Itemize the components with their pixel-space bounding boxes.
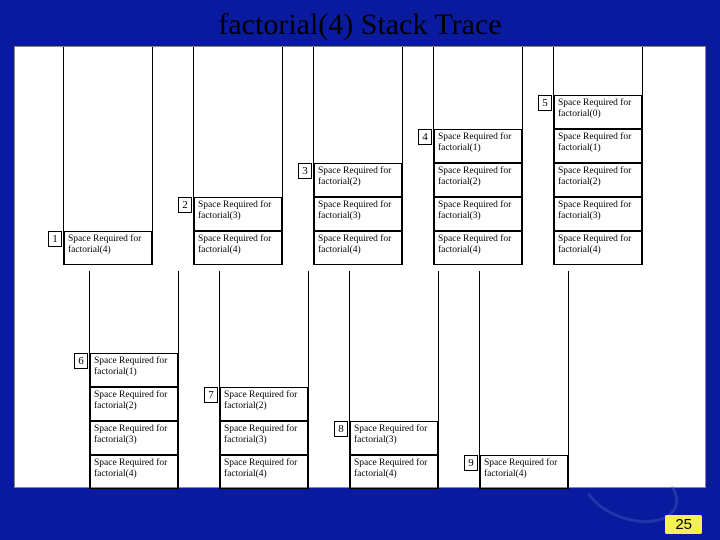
frame-cell: Space Required for factorial(4): [434, 231, 522, 265]
frame-cell: Space Required for factorial(2): [220, 387, 308, 421]
stack-col-3: Space Required for factorial(2) Space Re…: [313, 47, 403, 265]
step-number-7: 7: [204, 387, 218, 403]
bottom-row: Space Required for factorial(1) Space Re…: [15, 271, 705, 489]
step-number-8: 8: [334, 421, 348, 437]
step-number-6: 6: [74, 353, 88, 369]
frame-cell: Space Required for factorial(4): [314, 231, 402, 265]
frame-cell: Space Required for factorial(4): [554, 231, 642, 265]
step-number-3: 3: [298, 163, 312, 179]
frame-cell: Space Required for factorial(3): [350, 421, 438, 455]
frame-cell: Space Required for factorial(4): [480, 455, 568, 489]
stack-col-5: Space Required for factorial(0) Space Re…: [553, 47, 643, 265]
top-row: Space Required for factorial(4) 1 Space …: [15, 47, 705, 265]
stack-col-4: Space Required for factorial(1) Space Re…: [433, 47, 523, 265]
diagram-canvas: Space Required for factorial(4) 1 Space …: [14, 46, 706, 488]
frame-cell: Space Required for factorial(4): [350, 455, 438, 489]
page-number: 25: [665, 515, 702, 534]
stack-col-2: Space Required for factorial(3) Space Re…: [193, 47, 283, 265]
frame-cell: Space Required for factorial(4): [220, 455, 308, 489]
step-number-2: 2: [178, 197, 192, 213]
frame-cell: Space Required for factorial(3): [434, 197, 522, 231]
frame-cell: Space Required for factorial(3): [194, 197, 282, 231]
stack-col-6: Space Required for factorial(1) Space Re…: [89, 271, 179, 489]
frame-cell: Space Required for factorial(3): [90, 421, 178, 455]
slide-title: factorial(4) Stack Trace: [0, 0, 720, 46]
stack-col-8: Space Required for factorial(3) Space Re…: [349, 271, 439, 489]
frame-cell: Space Required for factorial(3): [314, 197, 402, 231]
frame-cell: Space Required for factorial(4): [194, 231, 282, 265]
frame-cell: Space Required for factorial(2): [90, 387, 178, 421]
frame-cell: Space Required for factorial(4): [90, 455, 178, 489]
frame-cell: Space Required for factorial(2): [314, 163, 402, 197]
stack-col-1: Space Required for factorial(4): [63, 47, 153, 265]
frame-cell: Space Required for factorial(1): [434, 129, 522, 163]
stack-col-7: Space Required for factorial(2) Space Re…: [219, 271, 309, 489]
frame-cell: Space Required for factorial(2): [554, 163, 642, 197]
step-number-4: 4: [418, 129, 432, 145]
step-number-1: 1: [48, 231, 62, 247]
frame-cell: Space Required for factorial(2): [434, 163, 522, 197]
frame-cell: Space Required for factorial(3): [554, 197, 642, 231]
frame-cell: Space Required for factorial(0): [554, 95, 642, 129]
frame-cell: Space Required for factorial(1): [554, 129, 642, 163]
stack-col-9: Space Required for factorial(4): [479, 271, 569, 489]
frame-cell: Space Required for factorial(3): [220, 421, 308, 455]
frame-cell: Space Required for factorial(4): [64, 231, 152, 265]
step-number-9: 9: [464, 455, 478, 471]
frame-cell: Space Required for factorial(1): [90, 353, 178, 387]
step-number-5: 5: [538, 95, 552, 111]
